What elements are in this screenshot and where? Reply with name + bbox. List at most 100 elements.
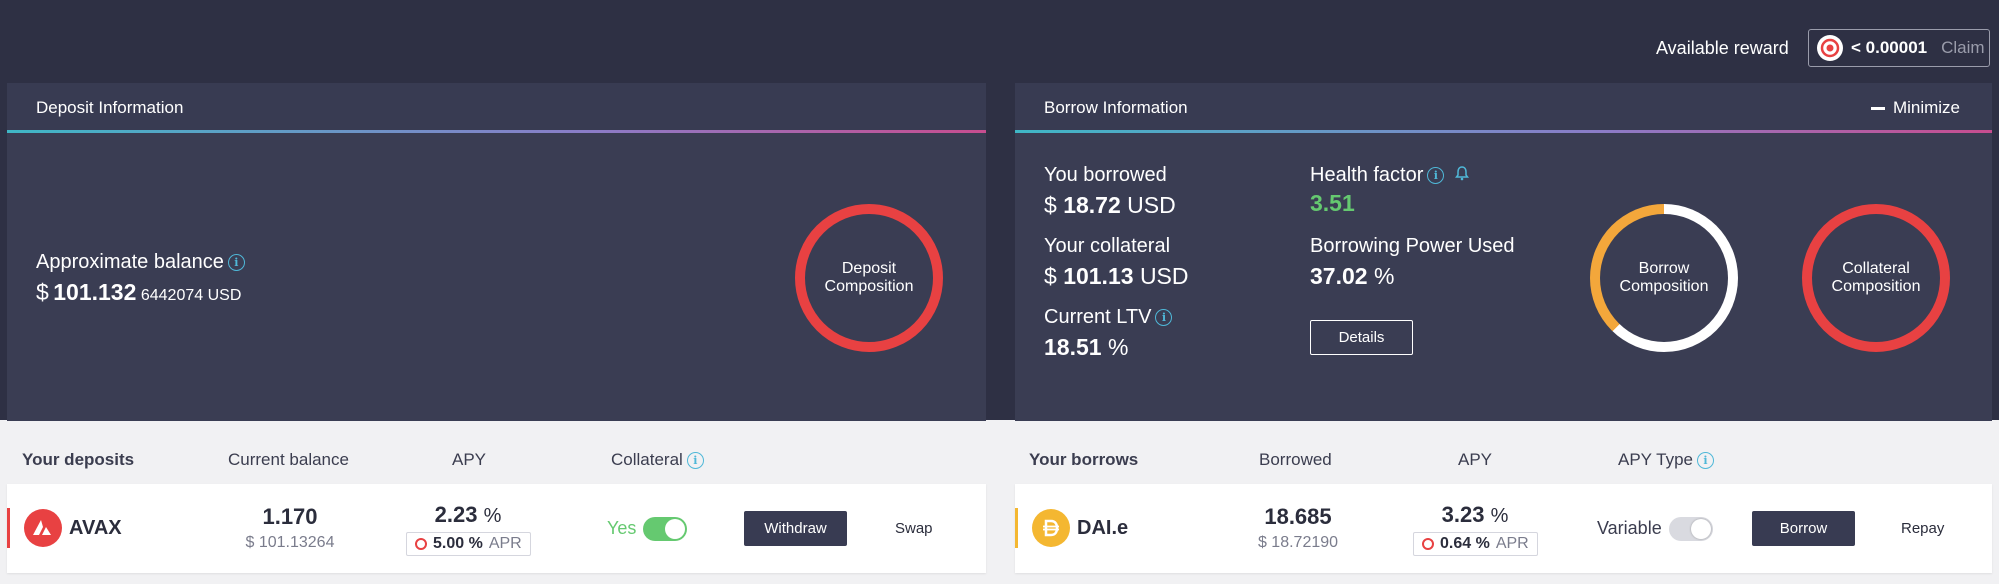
borrow-information-panel: Borrow Information Minimize You borrowed…	[1015, 83, 1992, 421]
toggle-knob	[665, 519, 685, 539]
deposit-row-avax[interactable]: AVAX 1.170 $ 101.13264 2.23 % 5.00 % APR…	[7, 484, 986, 573]
reward-value: < 0.00001	[1851, 38, 1928, 57]
toggle-knob	[1691, 519, 1711, 539]
withdraw-button[interactable]: Withdraw	[744, 511, 847, 546]
borrow-composition-line2: Composition	[1619, 278, 1709, 295]
health-factor-label: Health factor i	[1310, 164, 1470, 187]
bell-icon[interactable]	[1454, 164, 1470, 187]
apy-type-header-text: APY Type	[1618, 450, 1693, 469]
balance-main: 101.132	[53, 279, 137, 305]
usd-unit: USD	[1139, 263, 1189, 289]
you-borrowed-value: $ 18.72 USD	[1044, 192, 1176, 219]
currency-symbol: $	[36, 279, 49, 305]
borrows-header-apy-type: APY Type i	[1618, 450, 1714, 470]
reward-token-icon	[1422, 538, 1434, 550]
info-icon[interactable]: i	[1155, 309, 1173, 327]
deposit-apy: 2.23 %	[388, 502, 548, 528]
your-collateral-label: Your collateral	[1044, 235, 1171, 257]
reward-token-icon	[1817, 35, 1843, 61]
approx-balance-label: Approximate balance i	[36, 251, 245, 274]
swap-button[interactable]: Swap	[895, 520, 933, 537]
apy-type-label: Variable	[1597, 518, 1662, 538]
asset-name: DAI.e	[1077, 517, 1129, 539]
borrow-composition-line1: Borrow	[1638, 260, 1690, 277]
avax-icon	[24, 509, 62, 547]
health-factor-text: Health factor	[1310, 164, 1424, 186]
borrows-header-apy: APY	[1458, 450, 1493, 469]
approx-balance-text: Approximate balance	[36, 251, 224, 273]
collateral-status: Yes	[607, 518, 637, 538]
apr-label: APR	[1495, 535, 1529, 552]
currency-symbol: $	[1044, 192, 1057, 218]
deposits-header-balance: Current balance	[228, 450, 349, 469]
pct-unit: %	[1373, 263, 1395, 289]
current-ltv-label: Current LTV i	[1044, 306, 1173, 329]
deposit-panel-body: Approximate balance i $ 101.132 6442074 U…	[7, 133, 986, 421]
borrow-row-dai[interactable]: DAI.e 18.685 $ 18.72190 3.23 % 0.64 % AP…	[1015, 484, 1992, 573]
current-ltv-text: Current LTV	[1044, 306, 1152, 328]
collateral-toggle[interactable]	[643, 517, 687, 541]
you-borrowed-label: You borrowed	[1044, 164, 1167, 186]
borrow-button[interactable]: Borrow	[1752, 511, 1855, 546]
borrowed-amount: 18.72	[1063, 192, 1121, 218]
borrowing-power-value: 37.02 %	[1310, 263, 1394, 290]
deposit-composition-line1: Deposit	[841, 260, 897, 277]
deposit-apr-badge: 5.00 % APR	[406, 532, 531, 556]
balance-rest: 6442074	[140, 287, 204, 304]
borrow-panel-title: Borrow Information	[1044, 98, 1188, 117]
ltv-amount: 18.51	[1044, 334, 1102, 360]
reward-token-icon	[415, 538, 427, 550]
row-accent	[1015, 508, 1018, 548]
minimize-button[interactable]: Minimize	[1870, 98, 1960, 118]
usd-unit: USD	[1127, 192, 1176, 218]
minus-icon	[1870, 106, 1885, 110]
currency-symbol: $	[1044, 263, 1057, 289]
borrowed-amount: 18.685	[1264, 504, 1332, 529]
apr-label: APR	[488, 535, 522, 552]
info-icon[interactable]: i	[1427, 167, 1445, 185]
deposit-information-panel: Deposit Information Approximate balance i…	[7, 83, 986, 421]
collateral-composition-chart[interactable]: Collateral Composition	[1802, 204, 1950, 352]
collateral-composition-line1: Collateral	[1842, 260, 1910, 277]
borrow-panel-header: Borrow Information Minimize	[1015, 83, 1992, 133]
approx-balance-value: $ 101.132 6442074 USD	[36, 279, 241, 306]
borrowed-usd: $ 18.72190	[1257, 534, 1339, 551]
apy-value: 3.23	[1441, 502, 1485, 527]
pct-unit: %	[483, 505, 502, 527]
deposits-header-apy: APY	[452, 450, 487, 469]
borrow-apy: 3.23 %	[1395, 502, 1555, 528]
collateral-composition-line2: Composition	[1831, 278, 1921, 295]
current-ltv-value: 18.51 %	[1044, 334, 1128, 361]
collateral-header-text: Collateral	[611, 450, 683, 469]
deposit-composition-chart[interactable]: Deposit Composition	[795, 204, 943, 352]
repay-button[interactable]: Repay	[1901, 520, 1944, 537]
deposit-panel-title: Deposit Information	[36, 98, 184, 117]
borrow-composition-inner: Borrow Composition	[1600, 214, 1728, 342]
borrowing-power-label: Borrowing Power Used	[1310, 235, 1515, 257]
dai-icon	[1032, 509, 1070, 547]
claim-label: Claim	[1941, 38, 1985, 57]
borrow-composition-chart[interactable]: Borrow Composition	[1590, 204, 1738, 352]
apy-value: 2.23	[434, 502, 478, 527]
health-factor-value: 3.51	[1310, 190, 1355, 216]
claim-reward-button[interactable]: < 0.00001 Claim	[1808, 29, 1990, 67]
pct-unit: %	[1107, 334, 1129, 360]
apr-value: 5.00 %	[433, 535, 483, 552]
apr-value: 0.64 %	[1440, 535, 1490, 552]
borrow-panel-body: You borrowed $ 18.72 USD Your collateral…	[1015, 133, 1992, 421]
deposits-header-asset: Your deposits	[22, 450, 135, 469]
deposit-panel-header: Deposit Information	[7, 83, 986, 133]
balance-unit: USD	[207, 287, 242, 304]
pct-unit: %	[1490, 505, 1509, 527]
info-icon[interactable]: i	[1696, 452, 1714, 470]
minimize-label: Minimize	[1892, 98, 1960, 117]
info-icon[interactable]: i	[686, 452, 704, 470]
apy-type-toggle[interactable]	[1669, 517, 1713, 541]
current-balance-usd: $ 101.13264	[245, 534, 335, 551]
info-icon[interactable]: i	[227, 254, 245, 272]
current-balance: 1.170	[262, 504, 318, 529]
details-button[interactable]: Details	[1310, 320, 1413, 355]
available-reward-label: Available reward	[1656, 38, 1789, 58]
deposits-header-collateral: Collateral i	[611, 450, 704, 470]
borrows-header-asset: Your borrows	[1029, 450, 1139, 469]
